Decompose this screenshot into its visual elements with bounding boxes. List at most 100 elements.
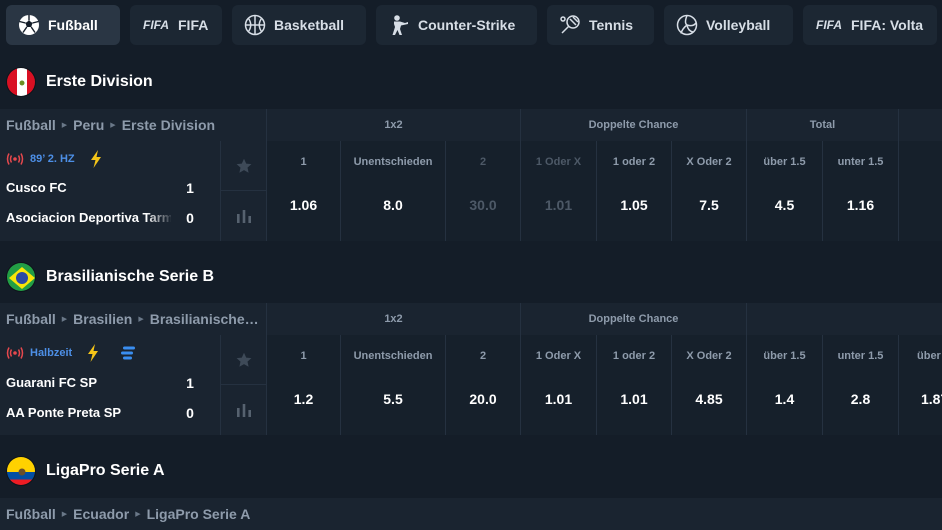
match-status: 89’ 2. HZ: [6, 150, 103, 168]
odds-cell[interactable]: 1 oder 2 1.01: [596, 335, 671, 435]
football-icon: [18, 14, 40, 36]
lightning-icon: [90, 150, 101, 168]
market-group-double-chance: Doppelte Chance: [520, 109, 746, 141]
tab-football[interactable]: Fußball: [6, 5, 120, 45]
fifa-volta-icon: FIFA: [816, 18, 842, 32]
score-home: 1: [186, 180, 194, 196]
score-away: 0: [186, 210, 194, 226]
tab-fifa[interactable]: FIFA FIFA: [130, 5, 222, 45]
odds-cell[interactable]: 1 oder 2 1.05: [596, 141, 671, 241]
league-header[interactable]: Erste Division: [0, 62, 942, 102]
breadcrumb-country[interactable]: Peru: [73, 117, 104, 133]
match-row[interactable]: 89’ 2. HZ Cusco FC 1 Asociacion Deportiv…: [0, 141, 942, 241]
odds-cell[interactable]: 2 20.0: [445, 335, 520, 435]
tab-label: Basketball: [274, 17, 345, 33]
market-header: Fußball ▶ Ecuador ▶ LigaPro Serie A: [0, 498, 942, 530]
team-home: Guarani FC SP: [6, 375, 98, 390]
chevron-right-icon: ▶: [61, 316, 68, 323]
tab-fifa-volta[interactable]: FIFA FIFA: Volta: [803, 5, 937, 45]
sport-tabs: Fußball FIFA FIFA Basketball Counter-Str…: [0, 0, 942, 50]
live-broadcast-icon: [6, 347, 24, 359]
odds-cell[interactable]: über 1.5 4.5: [746, 141, 822, 241]
tab-label: Counter-Strike: [418, 17, 516, 33]
breadcrumb: Fußball ▶ Ecuador ▶ LigaPro Serie A: [6, 498, 262, 530]
odds-cell: 2 30.0: [445, 141, 520, 241]
match-teams[interactable]: Halbzeit Guarani FC SP 1 AA Ponte Preta …: [0, 335, 220, 435]
bar-chart-icon: [237, 210, 251, 223]
breadcrumb-country[interactable]: Ecuador: [73, 506, 129, 522]
tab-tennis[interactable]: Tennis: [547, 5, 654, 45]
match-row[interactable]: Halbzeit Guarani FC SP 1 AA Ponte Preta …: [0, 335, 942, 435]
match-time: 89’ 2. HZ: [30, 153, 75, 165]
odds-cell[interactable]: Unentschieden 8.0: [340, 141, 445, 241]
ecuador-flag-icon: [6, 456, 36, 486]
odds-cell-empty: [898, 141, 942, 241]
tab-label: FIFA: [178, 17, 209, 33]
league-name: Brasilianische Serie B: [46, 268, 215, 285]
breadcrumb-league[interactable]: Brasilianische…: [150, 311, 259, 327]
breadcrumb-sport[interactable]: Fußball: [6, 506, 56, 522]
favorite-button[interactable]: [221, 335, 267, 385]
star-icon: [236, 158, 252, 173]
tab-volleyball[interactable]: Volleyball: [664, 5, 793, 45]
league-header[interactable]: LigaPro Serie A: [0, 451, 942, 491]
league-name: Erste Division: [46, 73, 153, 90]
match-teams[interactable]: 89’ 2. HZ Cusco FC 1 Asociacion Deportiv…: [0, 141, 220, 241]
team-home: Cusco FC: [6, 180, 67, 195]
odds-cell[interactable]: unter 1.5 1.16: [822, 141, 898, 241]
team-away: Asociacion Deportiva Tarma: [6, 210, 171, 225]
market-header: Fußball ▶ Peru ▶ Erste Division 1x2 Doppel…: [0, 109, 942, 141]
market-group-1x2: 1x2: [266, 109, 520, 141]
statistics-button[interactable]: [221, 385, 267, 435]
chevron-right-icon: ▶: [135, 511, 141, 518]
tab-label: Fußball: [48, 17, 98, 33]
tab-counter-strike[interactable]: Counter-Strike: [376, 5, 537, 45]
score-away: 0: [186, 405, 194, 421]
star-icon: [236, 352, 252, 367]
basketball-icon: [244, 14, 266, 36]
tab-label: Tennis: [589, 17, 634, 33]
odds-cell[interactable]: 1 1.06: [266, 141, 340, 241]
tab-basketball[interactable]: Basketball: [232, 5, 366, 45]
odds-cell[interactable]: unter 1.5 2.8: [822, 335, 898, 435]
match-status: Halbzeit: [6, 344, 136, 362]
odds-cell[interactable]: X Oder 2 7.5: [671, 141, 746, 241]
market-group-total: Total: [746, 109, 898, 141]
breadcrumb-league[interactable]: Erste Division: [122, 117, 215, 133]
league-header[interactable]: Brasilianische Serie B: [0, 257, 942, 297]
chevron-right-icon: ▶: [61, 122, 68, 129]
counter-strike-icon: [388, 14, 410, 36]
tab-label: Volleyball: [706, 17, 771, 33]
market-group-more: [898, 109, 942, 141]
team-away: AA Ponte Preta SP: [6, 405, 122, 420]
odds-cell[interactable]: über1.87: [898, 335, 942, 435]
chevron-right-icon: ▶: [61, 511, 68, 518]
peru-flag-icon: [6, 67, 36, 97]
chevron-right-icon: ▶: [138, 316, 144, 323]
market-group-total: [746, 303, 942, 335]
fifa-icon: FIFA: [143, 18, 169, 32]
breadcrumb-country[interactable]: Brasilien: [73, 311, 132, 327]
odds-cell[interactable]: über 1.5 1.4: [746, 335, 822, 435]
live-broadcast-icon: [6, 153, 24, 165]
match-time: Halbzeit: [30, 347, 73, 359]
score-home: 1: [186, 375, 194, 391]
odds-cell[interactable]: X Oder 2 4.85: [671, 335, 746, 435]
league-name: LigaPro Serie A: [46, 462, 165, 479]
market-header: Fußball ▶ Brasilien ▶ Brasilianische… 1x2 …: [0, 303, 942, 335]
favorite-button[interactable]: [221, 141, 267, 191]
breadcrumb-sport[interactable]: Fußball: [6, 311, 56, 327]
odds-cell[interactable]: Unentschieden 5.5: [340, 335, 445, 435]
statistics-button[interactable]: [221, 191, 267, 241]
breadcrumb: Fußball ▶ Peru ▶ Erste Division: [6, 109, 262, 141]
odds-cell[interactable]: 1 Oder X 1.01: [520, 335, 596, 435]
market-group-double-chance: Doppelte Chance: [520, 303, 746, 335]
breadcrumb-league[interactable]: LigaPro Serie A: [147, 506, 251, 522]
tab-label: FIFA: Volta: [851, 17, 924, 33]
bar-chart-icon: [237, 404, 251, 417]
match-actions: [220, 141, 267, 241]
breadcrumb-sport[interactable]: Fußball: [6, 117, 56, 133]
odds-cell: 1 Oder X 1.01: [520, 141, 596, 241]
odds-cell[interactable]: 1 1.2: [266, 335, 340, 435]
chevron-right-icon: ▶: [110, 122, 116, 129]
